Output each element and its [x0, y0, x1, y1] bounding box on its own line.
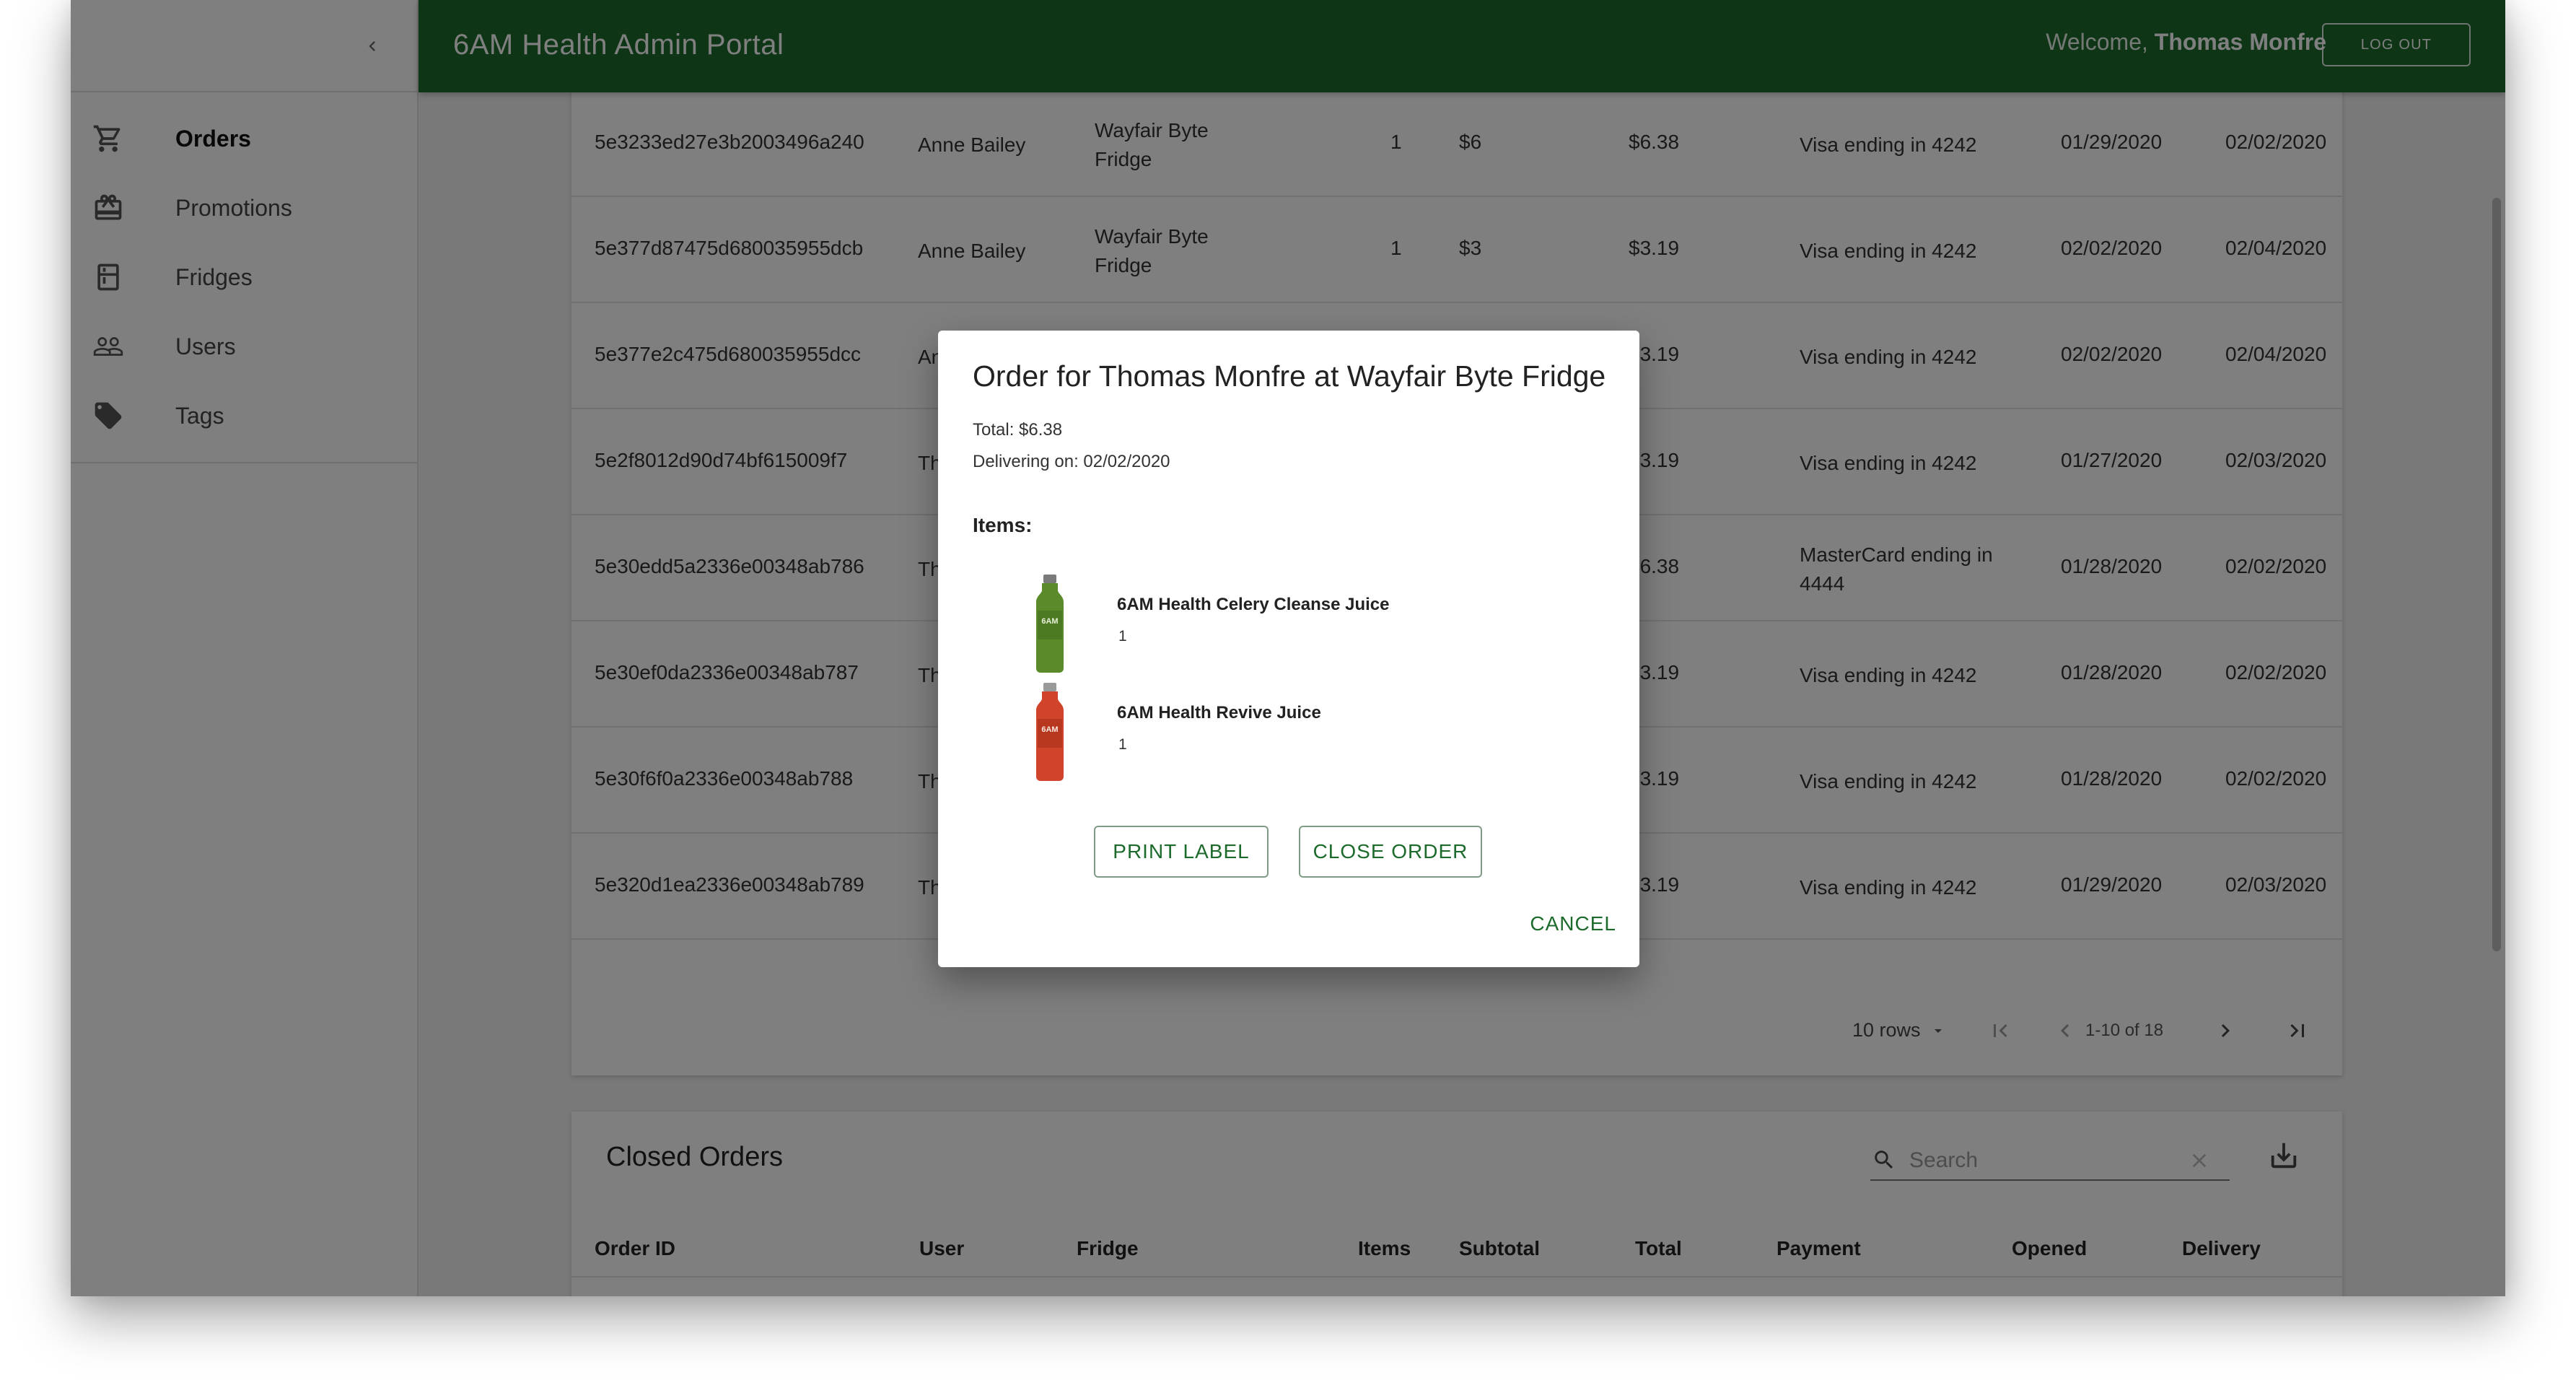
revive-juice-bottle-image: 6AM	[1036, 683, 1064, 781]
item-name: 6AM Health Celery Cleanse Juice	[1117, 595, 1390, 614]
dialog-delivery-date: Delivering on: 02/02/2020	[973, 452, 1170, 471]
order-dialog: Order for Thomas Monfre at Wayfair Byte …	[938, 331, 1639, 967]
item-quantity: 1	[1118, 736, 1127, 753]
svg-text:6AM: 6AM	[1041, 725, 1058, 734]
items-heading: Items:	[973, 514, 1033, 536]
dialog-total: Total: $6.38	[973, 420, 1063, 440]
celery-juice-bottle-image: 6AM	[1036, 575, 1064, 673]
order-item: 6AM 6AM Health Celery Cleanse Juice 1	[938, 573, 1639, 680]
close-order-button[interactable]: CLOSE ORDER	[1299, 826, 1482, 878]
item-name: 6AM Health Revive Juice	[1117, 703, 1321, 722]
svg-text:6AM: 6AM	[1041, 617, 1058, 626]
cancel-button[interactable]: CANCEL	[1530, 912, 1616, 935]
dialog-title: Order for Thomas Monfre at Wayfair Byte …	[973, 359, 1606, 393]
order-item: 6AM 6AM Health Revive Juice 1	[938, 681, 1639, 788]
print-label-button[interactable]: PRINT LABEL	[1094, 826, 1269, 878]
item-quantity: 1	[1118, 628, 1127, 645]
